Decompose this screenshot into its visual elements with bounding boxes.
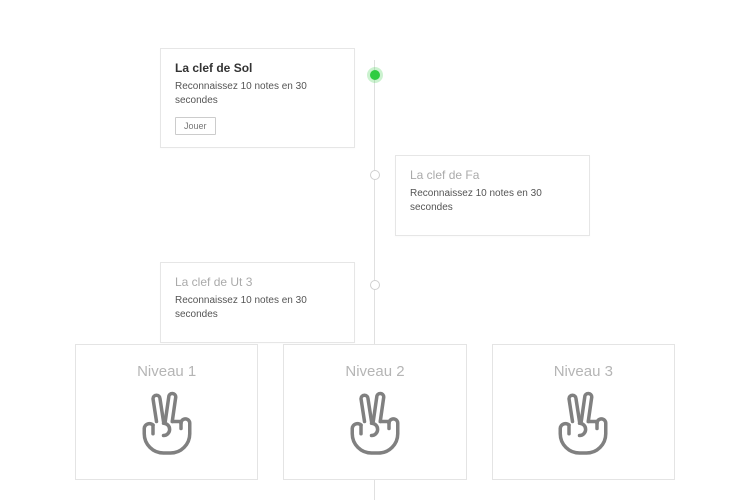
level-tile-1[interactable]: Niveau 1 xyxy=(75,344,258,480)
level-label: Niveau 2 xyxy=(294,363,455,380)
level-tile-2[interactable]: Niveau 2 xyxy=(283,344,466,480)
timeline-card-fa[interactable]: La clef de Fa Reconnaissez 10 notes en 3… xyxy=(395,155,590,236)
card-title: La clef de Ut 3 xyxy=(175,275,340,289)
level-tile-3[interactable]: Niveau 3 xyxy=(492,344,675,480)
timeline-card-ut3[interactable]: La clef de Ut 3 Reconnaissez 10 notes en… xyxy=(160,262,355,343)
timeline-dot-1[interactable] xyxy=(370,170,380,180)
peace-hand-icon xyxy=(137,447,197,464)
card-title: La clef de Sol xyxy=(175,61,340,75)
timeline-dot-0[interactable] xyxy=(370,70,380,80)
timeline-dot-2[interactable] xyxy=(370,280,380,290)
level-label: Niveau 1 xyxy=(86,363,247,380)
timeline-card-sol[interactable]: La clef de Sol Reconnaissez 10 notes en … xyxy=(160,48,355,148)
card-desc: Reconnaissez 10 notes en 30 secondes xyxy=(175,294,340,322)
level-label: Niveau 3 xyxy=(503,363,664,380)
peace-hand-icon xyxy=(345,447,405,464)
play-button[interactable]: Jouer xyxy=(175,117,216,135)
card-title: La clef de Fa xyxy=(410,168,575,182)
card-desc: Reconnaissez 10 notes en 30 secondes xyxy=(410,187,575,215)
peace-hand-icon xyxy=(553,447,613,464)
levels-row: Niveau 1 Niveau 2 Niveau xyxy=(75,344,675,480)
card-desc: Reconnaissez 10 notes en 30 secondes xyxy=(175,80,340,108)
